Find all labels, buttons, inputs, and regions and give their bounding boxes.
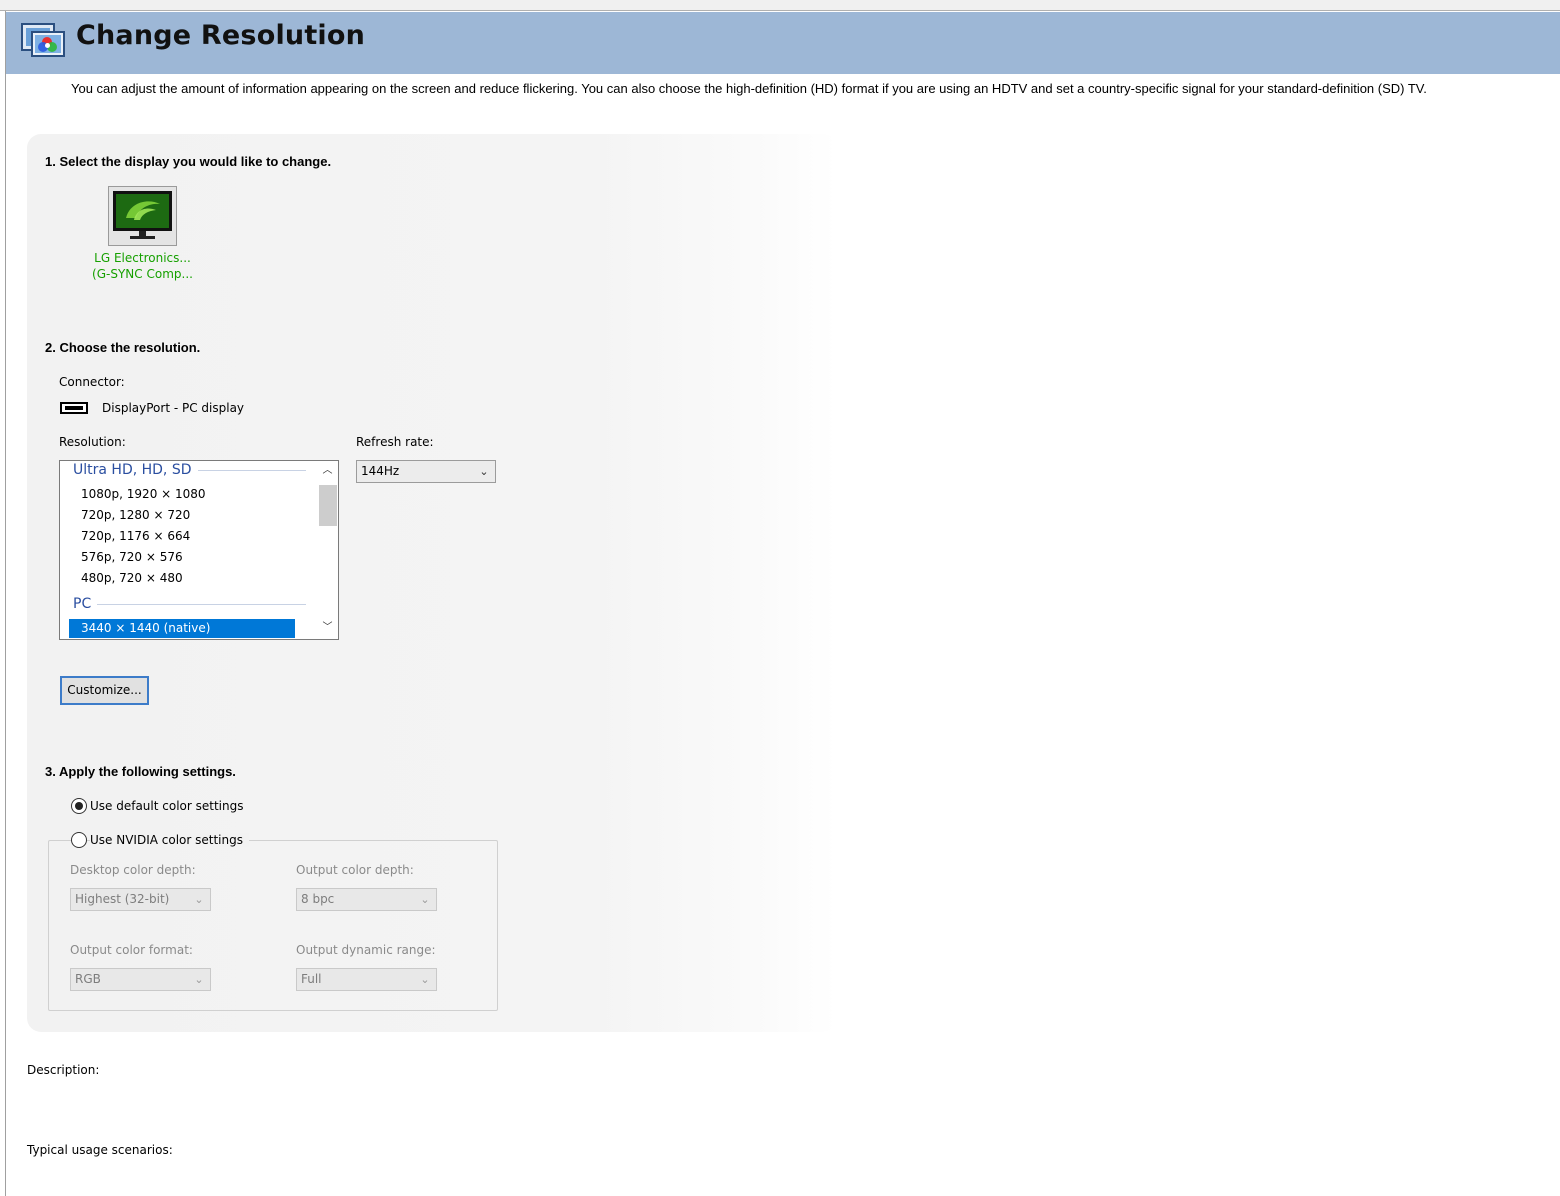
listbox-scrollbar[interactable]: ︿ ﹀ bbox=[317, 461, 338, 639]
description-label: Description: bbox=[27, 1063, 100, 1077]
display-name-line1: LG Electronics... bbox=[94, 251, 191, 265]
desktop-color-depth-label: Desktop color depth: bbox=[70, 863, 196, 877]
resolution-item[interactable]: 1080p, 1920 × 1080 bbox=[69, 485, 295, 504]
output-color-depth-value: 8 bpc bbox=[301, 892, 335, 906]
output-dynamic-range-dropdown[interactable]: Full ⌄ bbox=[296, 968, 437, 991]
group-divider bbox=[74, 604, 306, 605]
resolution-item[interactable]: 720p, 1280 × 720 bbox=[69, 506, 295, 525]
resolution-label: Resolution: bbox=[59, 435, 126, 449]
connector-value: DisplayPort - PC display bbox=[102, 401, 245, 415]
step2-heading: 2. Choose the resolution. bbox=[45, 340, 201, 355]
output-color-format-dropdown[interactable]: RGB ⌄ bbox=[70, 968, 211, 991]
radio-default-color[interactable] bbox=[71, 798, 87, 814]
group-heading-hd: Ultra HD, HD, SD bbox=[73, 462, 198, 478]
nvidia-display-settings-icon bbox=[20, 20, 66, 60]
chevron-down-icon: ⌄ bbox=[420, 973, 430, 986]
refresh-rate-label: Refresh rate: bbox=[356, 435, 434, 449]
page-header: Change Resolution bbox=[6, 12, 1560, 74]
output-color-format-label: Output color format: bbox=[70, 943, 193, 957]
radio-default-color-label[interactable]: Use default color settings bbox=[90, 799, 244, 813]
resolution-item-selected[interactable]: 3440 × 1440 (native) bbox=[69, 619, 295, 638]
output-color-format-value: RGB bbox=[75, 972, 101, 986]
step1-heading: 1. Select the display you would like to … bbox=[45, 154, 332, 169]
usage-scenarios-label: Typical usage scenarios: bbox=[27, 1143, 173, 1157]
output-color-depth-dropdown[interactable]: 8 bpc ⌄ bbox=[296, 888, 437, 911]
display-name[interactable]: LG Electronics... (G-SYNC Comp... bbox=[85, 250, 200, 282]
change-resolution-page: Change Resolution You can adjust the amo… bbox=[0, 0, 1560, 1196]
step3-heading: 3. Apply the following settings. bbox=[45, 764, 236, 779]
output-dynamic-range-value: Full bbox=[301, 972, 322, 986]
scroll-thumb[interactable] bbox=[319, 485, 337, 526]
displayport-connector-icon bbox=[60, 402, 88, 414]
refresh-rate-value: 144Hz bbox=[361, 464, 400, 478]
display-tile[interactable] bbox=[108, 186, 177, 246]
radio-nvidia-color-label[interactable]: Use NVIDIA color settings bbox=[90, 833, 249, 847]
desktop-color-depth-dropdown[interactable]: Highest (32-bit) ⌄ bbox=[70, 888, 211, 911]
scroll-up-icon[interactable]: ︿ bbox=[317, 462, 338, 480]
page-title: Change Resolution bbox=[76, 20, 366, 51]
radio-nvidia-color[interactable] bbox=[71, 832, 87, 848]
chevron-down-icon: ⌄ bbox=[420, 893, 430, 906]
resolution-item[interactable]: 480p, 720 × 480 bbox=[69, 569, 295, 588]
resolution-item[interactable]: 720p, 1176 × 664 bbox=[69, 527, 295, 546]
window-left-edge bbox=[0, 11, 6, 1196]
chevron-down-icon: ⌄ bbox=[194, 893, 204, 906]
display-name-line2: (G-SYNC Comp... bbox=[92, 267, 193, 281]
resolution-listbox[interactable]: Ultra HD, HD, SD 1080p, 1920 × 1080 720p… bbox=[59, 460, 339, 640]
window-top-edge bbox=[0, 0, 1560, 11]
resolution-item[interactable]: 576p, 720 × 576 bbox=[69, 548, 295, 567]
nvidia-monitor-icon bbox=[113, 191, 172, 239]
refresh-rate-dropdown[interactable]: 144Hz ⌄ bbox=[356, 460, 496, 483]
connector-label: Connector: bbox=[59, 375, 125, 389]
chevron-down-icon: ⌄ bbox=[194, 973, 204, 986]
desktop-color-depth-value: Highest (32-bit) bbox=[75, 892, 170, 906]
customize-button[interactable]: Customize... bbox=[60, 676, 149, 705]
scroll-down-icon[interactable]: ﹀ bbox=[317, 619, 338, 637]
chevron-down-icon: ⌄ bbox=[479, 465, 489, 478]
group-heading-pc: PC bbox=[73, 596, 98, 612]
intro-text: You can adjust the amount of information… bbox=[71, 81, 1427, 96]
output-color-depth-label: Output color depth: bbox=[296, 863, 414, 877]
output-dynamic-range-label: Output dynamic range: bbox=[296, 943, 436, 957]
